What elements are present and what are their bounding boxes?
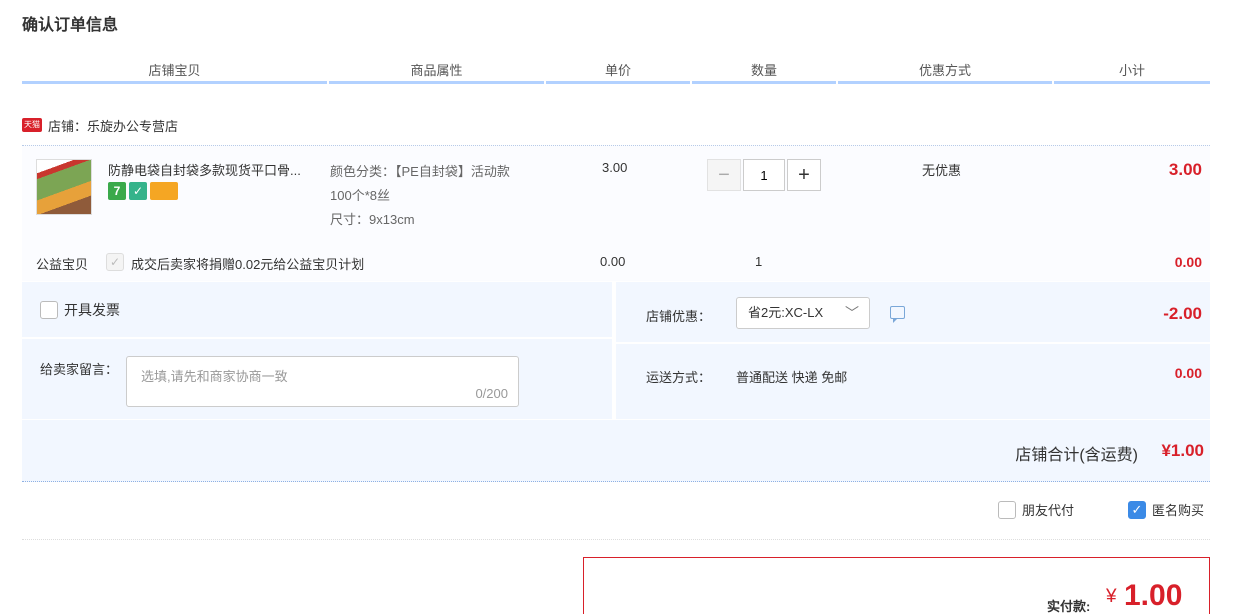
shop-discount-label: 店铺优惠：	[646, 309, 712, 324]
payment-amount: 1.00	[1124, 579, 1183, 612]
shop-total-bar: 店铺合计(含运费) ¥1.00	[22, 420, 1210, 482]
property-size: 尺寸：9x13cm	[330, 212, 415, 227]
shipping-amount: 0.00	[1174, 365, 1202, 381]
column-attributes: 商品属性	[329, 60, 544, 84]
order-options-row: 朋友代付 ✓ 匿名购买	[22, 496, 1210, 526]
column-discount: 优惠方式	[838, 60, 1052, 84]
shipping-label: 运送方式：	[646, 370, 712, 385]
message-placeholder: 选填,请先和商家协商一致	[141, 369, 288, 384]
service-icons: 7 ✓	[108, 182, 178, 200]
unit-price: 3.00	[602, 160, 628, 175]
charity-row: 公益宝贝 ✓ 成交后卖家将捐赠0.02元给公益宝贝计划 0.00 1 0.00	[22, 253, 1210, 278]
divider	[616, 342, 1210, 344]
invoice-option[interactable]: 开具发票	[40, 300, 120, 320]
divider	[22, 337, 612, 339]
anonymous-purchase-option[interactable]: ✓ 匿名购买	[1128, 500, 1204, 519]
shop-name[interactable]: 店铺：乐旋办公专营店	[48, 116, 178, 135]
friend-pay-option[interactable]: 朋友代付	[998, 500, 1074, 519]
product-properties: 颜色分类：【PE自封袋】活动款 100个*8丝 尺寸：9x13cm	[330, 160, 560, 232]
invoice-label: 开具发票	[64, 302, 120, 318]
payment-box: 实付款: ¥ 1.00	[583, 557, 1210, 614]
minus-button[interactable]: −	[707, 159, 741, 191]
column-unit-price: 单价	[546, 60, 690, 84]
payment-label: 实付款:	[1047, 599, 1091, 614]
guarantee-icon[interactable]: ✓	[129, 182, 147, 200]
column-store-item: 店铺宝贝	[22, 60, 327, 84]
charity-subtotal: 0.00	[1174, 254, 1202, 270]
column-subtotal: 小计	[1054, 60, 1210, 84]
charity-label: 公益宝贝	[36, 257, 89, 272]
anonymous-purchase-checkbox[interactable]: ✓	[1128, 500, 1146, 519]
message-counter: 0/200	[475, 386, 508, 401]
message-label: 给卖家留言：	[40, 362, 119, 377]
tmall-icon: 天猫	[22, 118, 42, 132]
product-title[interactable]: 防静电袋自封袋多款现货平口骨...	[108, 160, 326, 179]
friend-pay-label: 朋友代付	[1022, 503, 1075, 518]
order-options-left: 开具发票 给卖家留言： 选填,请先和商家协商一致 0/200	[22, 282, 614, 419]
card-icon[interactable]	[150, 182, 178, 200]
discount-method: 无优惠	[922, 163, 962, 178]
invoice-checkbox[interactable]	[40, 301, 58, 319]
order-item: 防静电袋自封袋多款现货平口骨... 7 ✓ 颜色分类：【PE自封袋】活动款 10…	[22, 145, 1210, 281]
charity-price: 0.00	[600, 254, 626, 269]
shop-line: 天猫 店铺：乐旋办公专营店	[22, 116, 178, 134]
property-pack: 100个*8丝	[330, 188, 390, 203]
charity-quantity: 1	[755, 254, 763, 269]
shop-total-amount: ¥1.00	[1161, 441, 1204, 460]
quantity-stepper: − +	[707, 159, 821, 191]
property-color: 颜色分类：【PE自封袋】活动款	[330, 164, 510, 179]
message-field[interactable]: 选填,请先和商家协商一致 0/200	[126, 356, 519, 407]
page-title: 确认订单信息	[22, 17, 119, 34]
shop-discount-value: 省2元:XC-LX	[748, 305, 824, 320]
payment-currency: ¥	[1106, 586, 1117, 607]
item-subtotal: 3.00	[1168, 160, 1202, 179]
charity-text: 成交后卖家将捐赠0.02元给公益宝贝计划	[131, 257, 365, 272]
seven-day-return-icon[interactable]: 7	[108, 182, 126, 200]
order-options-right: 店铺优惠： 省2元:XC-LX ﹀ -2.00 运送方式： 普通配送 快递 免邮…	[616, 282, 1210, 419]
chevron-down-icon: ﹀	[845, 305, 859, 321]
plus-button[interactable]: +	[787, 159, 821, 191]
shop-discount-amount: -2.00	[1163, 304, 1202, 323]
column-quantity: 数量	[692, 60, 836, 84]
shipping-method: 普通配送 快递 免邮	[736, 370, 848, 385]
shop-discount-select[interactable]: 省2元:XC-LX ﹀	[736, 297, 870, 329]
product-thumbnail[interactable]	[36, 159, 92, 215]
separator	[22, 539, 1210, 540]
anonymous-purchase-label: 匿名购买	[1152, 503, 1205, 518]
chat-icon[interactable]	[890, 306, 905, 323]
charity-checkbox: ✓	[106, 253, 124, 271]
quantity-input[interactable]	[743, 159, 785, 191]
friend-pay-checkbox[interactable]	[998, 500, 1016, 519]
column-header: 店铺宝贝 商品属性 单价 数量 优惠方式 小计	[22, 60, 1210, 84]
shop-total-label: 店铺合计(含运费)	[1015, 447, 1138, 464]
